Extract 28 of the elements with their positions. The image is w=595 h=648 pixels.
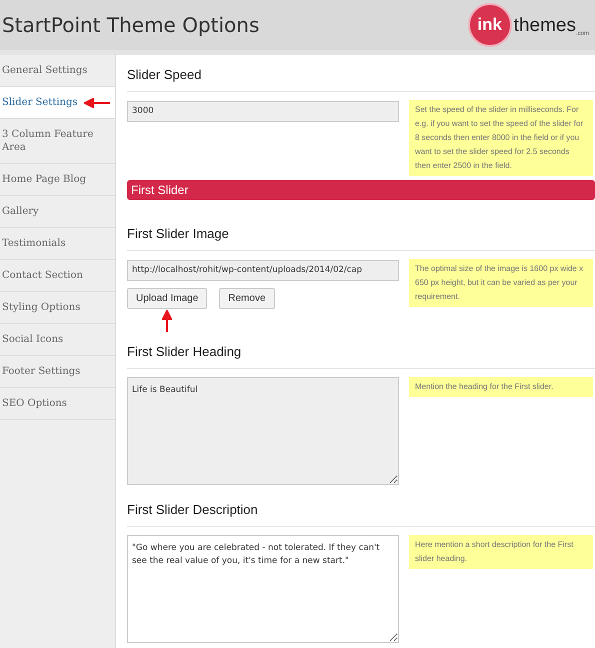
text-area[interactable]: Life is Beautiful xyxy=(127,376,399,484)
sidebar-item[interactable]: Contact Section xyxy=(0,260,85,291)
help-note: The optimal size of the image is 1600 px wide x 650 px height, but it can be varied as per your requirement. xyxy=(409,259,593,307)
section-title: First Slider Image xyxy=(127,226,595,251)
sidebar-item[interactable]: Home Page Blog xyxy=(0,164,88,195)
section-title: First Slider Description xyxy=(127,502,595,526)
section-title: Slider Speed xyxy=(127,67,595,92)
text-area[interactable]: "Go where you are celebrated - not tolerated. If they can't see the real value of you, it's time for a new start." xyxy=(127,534,399,642)
section-title: First Slider Heading xyxy=(127,344,595,368)
input-field[interactable]: 3000 xyxy=(127,100,399,122)
sidebar-item[interactable]: Styling Options xyxy=(0,292,82,323)
sidebar-item[interactable]: Social Icons xyxy=(0,324,66,355)
action-button[interactable]: Remove xyxy=(219,288,275,308)
action-button[interactable]: Upload Image xyxy=(127,288,208,308)
page-title: StartPoint Theme Options xyxy=(2,13,260,37)
sidebar-item[interactable]: Gallery xyxy=(0,196,41,227)
sidebar-item[interactable]: 3 Column Feature Area xyxy=(0,119,115,163)
help-note: Mention the heading for the First slider. xyxy=(409,376,593,396)
help-note: Here mention a short description for the First slider heading. xyxy=(409,534,593,568)
logo-wordmark: themes xyxy=(514,15,576,37)
logo-mark: ink xyxy=(468,3,512,47)
help-note: Set the speed of the slider in milliseconds. For e.g. if you want to set the speed of the slider for 8 seconds then enter 8000 in the field or if you want to set the slider speed for 2.5 seconds then enter 2500 in the field. xyxy=(409,100,593,176)
sidebar-item[interactable]: Footer Settings xyxy=(0,356,82,387)
sidebar-item[interactable]: General Settings xyxy=(0,55,90,86)
sidebar-item[interactable]: Testimonials xyxy=(0,228,68,259)
sidebar-item[interactable]: SEO Options xyxy=(0,388,69,419)
input-field[interactable]: http://localhost/rohit/wp-content/uploads/2014/02/cap xyxy=(127,260,399,280)
section-banner: First Slider xyxy=(127,180,595,200)
